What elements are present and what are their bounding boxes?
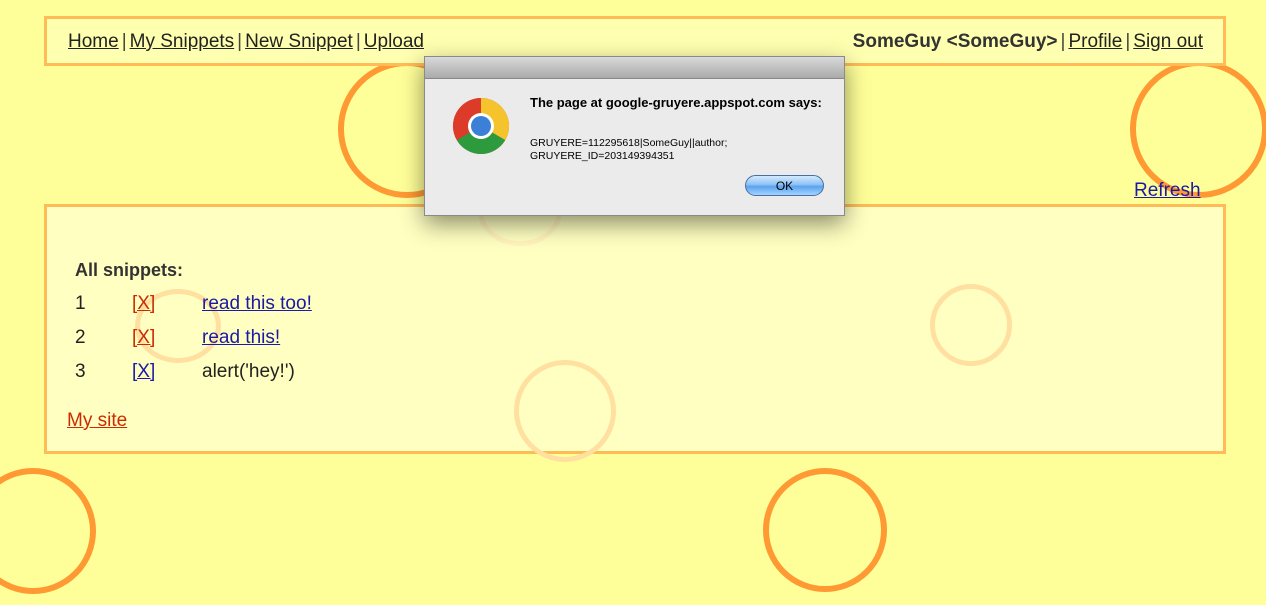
- snippet-link[interactable]: read this too!: [202, 293, 312, 315]
- snippet-text: alert('hey!'): [202, 361, 295, 382]
- decorative-circle: [930, 284, 1012, 366]
- my-snippets-link[interactable]: My Snippets: [130, 31, 235, 52]
- decorative-circle: [1130, 60, 1266, 198]
- list-item: 2 [X] read this!: [75, 327, 475, 351]
- refresh-link[interactable]: Refresh: [1134, 180, 1201, 202]
- snippet-number: 1: [75, 293, 86, 314]
- list-item: 3 [X] alert('hey!'): [75, 361, 475, 385]
- home-link[interactable]: Home: [68, 31, 119, 52]
- new-snippet-link[interactable]: New Snippet: [245, 31, 353, 52]
- profile-link[interactable]: Profile: [1068, 31, 1122, 52]
- dialog-message-line: GRUYERE=112295618|SomeGuy||author;: [530, 137, 728, 149]
- menu-separator: |: [1125, 31, 1131, 52]
- menu-separator: |: [355, 31, 361, 52]
- alert-dialog: The page at google-gruyere.appspot.com s…: [424, 56, 845, 216]
- menu-separator: |: [237, 31, 243, 52]
- sign-out-link[interactable]: Sign out: [1133, 31, 1203, 52]
- ok-button[interactable]: OK: [745, 175, 824, 196]
- decorative-circle: [763, 468, 887, 592]
- chrome-icon: [452, 98, 510, 155]
- upload-link[interactable]: Upload: [364, 31, 424, 52]
- snippet-number: 3: [75, 361, 86, 382]
- delete-snippet-button[interactable]: [X]: [132, 293, 155, 315]
- menu-separator: |: [121, 31, 127, 52]
- dialog-message-line: GRUYERE_ID=203149394351: [530, 150, 675, 162]
- decorative-circle: [0, 468, 96, 594]
- snippet-number: 2: [75, 327, 86, 348]
- user-name: SomeGuy <SomeGuy>: [852, 31, 1058, 52]
- main-nav: Home | My Snippets | New Snippet | Upload: [68, 31, 424, 53]
- delete-snippet-button[interactable]: [X]: [132, 361, 155, 383]
- snippets-panel: All snippets: 1 [X] read this too! 2 [X]…: [44, 204, 1226, 462]
- snippets-title: All snippets:: [75, 260, 184, 280]
- menu-separator: |: [1060, 31, 1066, 52]
- decorative-circle: [514, 360, 616, 462]
- delete-snippet-button[interactable]: [X]: [132, 327, 155, 349]
- dialog-title: The page at google-gruyere.appspot.com s…: [530, 95, 822, 110]
- user-nav: SomeGuy <SomeGuy> | Profile | Sign out: [853, 31, 1203, 53]
- list-item: 1 [X] read this too!: [75, 293, 475, 317]
- dialog-message: GRUYERE=112295618|SomeGuy||author; GRUYE…: [530, 137, 830, 163]
- snippet-link[interactable]: read this!: [202, 327, 280, 349]
- my-site-link[interactable]: My site: [67, 410, 127, 432]
- dialog-titlebar[interactable]: [425, 57, 844, 79]
